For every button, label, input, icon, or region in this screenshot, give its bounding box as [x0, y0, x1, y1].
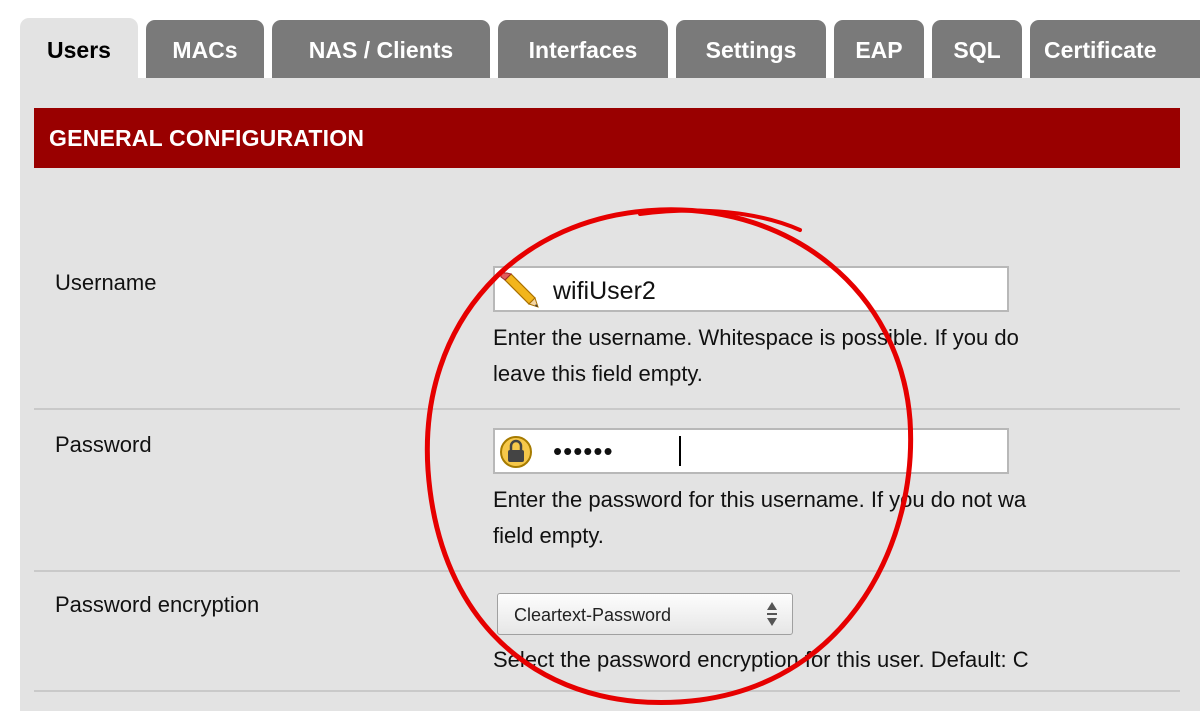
username-help-line-2: leave this field empty. — [493, 361, 703, 386]
pencil-icon — [499, 272, 539, 308]
lock-icon — [499, 434, 539, 470]
tab-bar: Users MACs NAS / Clients Interfaces Sett… — [0, 0, 1200, 80]
row-divider — [34, 690, 1180, 692]
password-encryption-label: Password encryption — [55, 592, 260, 617]
username-help-line-1: Enter the username. Whitespace is possib… — [493, 325, 1019, 350]
tab-sql[interactable]: SQL — [932, 20, 1022, 78]
row-divider — [34, 570, 1180, 572]
password-encryption-select[interactable]: Cleartext-Password — [497, 593, 793, 635]
tab-certificate[interactable]: Certificate — [1030, 20, 1200, 78]
password-encryption-selected-value: Cleartext-Password — [514, 605, 672, 625]
password-help-line-2: field empty. — [493, 523, 604, 548]
tab-nas-clients[interactable]: NAS / Clients — [272, 20, 490, 78]
password-encryption-help: Select the password encryption for this … — [493, 647, 1029, 672]
username-input[interactable]: wifiUser2 — [493, 266, 1009, 312]
password-value: •••••• — [553, 436, 614, 466]
text-caret — [679, 436, 681, 466]
password-label: Password — [55, 432, 152, 457]
tab-interfaces[interactable]: Interfaces — [498, 20, 668, 78]
row-divider — [34, 408, 1180, 410]
tab-macs[interactable]: MACs — [146, 20, 264, 78]
tab-users[interactable]: Users — [20, 18, 138, 80]
username-label: Username — [55, 270, 157, 295]
tab-settings[interactable]: Settings — [676, 20, 826, 78]
username-value: wifiUser2 — [553, 277, 656, 305]
select-arrows-icon — [764, 600, 780, 630]
section-header-general-configuration: GENERAL CONFIGURATION — [34, 108, 1180, 168]
password-input[interactable]: •••••• — [493, 428, 1009, 474]
tab-eap[interactable]: EAP — [834, 20, 924, 78]
password-help-line-1: Enter the password for this username. If… — [493, 487, 1027, 512]
